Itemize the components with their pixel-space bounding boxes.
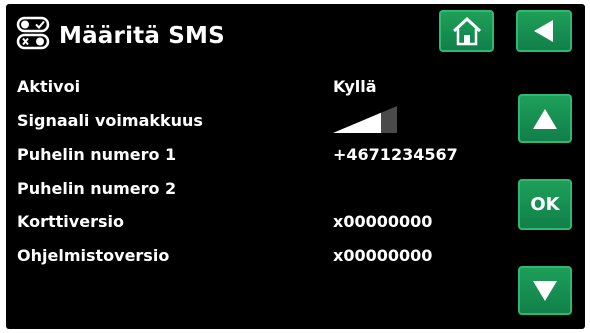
settings-row-phone-1[interactable]: Puhelin numero 1 +4671234567: [17, 145, 507, 171]
home-icon: [451, 16, 483, 46]
back-button[interactable]: [516, 10, 572, 52]
row-label: Puhelin numero 1: [17, 145, 177, 164]
settings-row-phone-2[interactable]: Puhelin numero 2: [17, 179, 507, 205]
arrow-down-icon: [531, 279, 559, 303]
settings-row-signal-strength: Signaali voimakkuus: [17, 106, 507, 137]
row-label: Puhelin numero 2: [17, 179, 177, 198]
row-value: Kyllä: [333, 77, 377, 96]
settings-row-card-version: Korttiversio x00000000: [17, 212, 507, 238]
home-button[interactable]: [439, 10, 494, 52]
row-label: Signaali voimakkuus: [17, 111, 203, 130]
toggle-switches-icon: [16, 15, 52, 51]
signal-strength-icon: [333, 106, 399, 138]
row-label: Aktivoi: [17, 77, 81, 96]
settings-row-activate[interactable]: Aktivoi Kyllä: [17, 77, 507, 103]
page-title: Määritä SMS: [59, 23, 225, 49]
row-label: Ohjelmistoversio: [17, 246, 170, 265]
arrow-up-icon: [531, 107, 559, 131]
settings-row-software-version: Ohjelmistoversio x00000000: [17, 246, 507, 272]
back-arrow-icon: [531, 18, 557, 44]
row-value: x00000000: [333, 212, 433, 231]
scroll-down-button[interactable]: [518, 266, 572, 315]
ok-button[interactable]: OK: [518, 179, 572, 230]
scroll-up-button[interactable]: [518, 94, 572, 143]
row-value: x00000000: [333, 246, 433, 265]
row-label: Korttiversio: [17, 212, 124, 231]
display-screen: Määritä SMS Aktivoi Kyllä Signaali voima…: [6, 4, 585, 329]
row-value: +4671234567: [333, 145, 458, 164]
ok-label: OK: [530, 194, 560, 215]
